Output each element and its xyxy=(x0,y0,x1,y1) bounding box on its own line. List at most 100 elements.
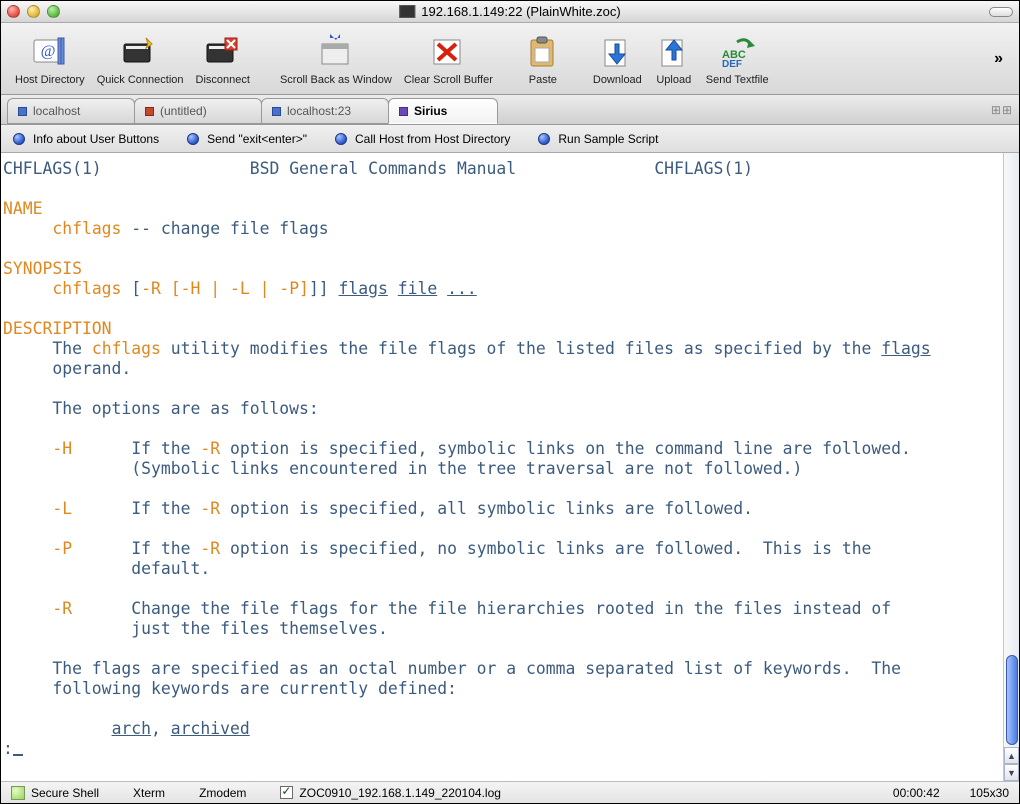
scroll-down-button[interactable]: ▼ xyxy=(1004,764,1019,781)
host-directory-icon: @ xyxy=(30,32,70,72)
opt-ref: -R xyxy=(200,539,220,558)
svg-text:DEF: DEF xyxy=(722,59,742,70)
userbtn-call-host[interactable]: Call Host from Host Directory xyxy=(335,132,510,146)
opt-text: If the xyxy=(131,539,200,558)
desc-flags: flags xyxy=(881,339,930,358)
syn-flags: flags xyxy=(339,279,388,298)
toolbar-label: Scroll Back as Window xyxy=(280,74,392,86)
window-title-text: 192.168.1.149:22 (PlainWhite.zoc) xyxy=(421,4,620,19)
tab-status-icon xyxy=(18,107,27,116)
opt-ref: -R xyxy=(200,439,220,458)
tab-status-icon xyxy=(399,107,408,116)
vertical-scrollbar[interactable]: ▲ ▼ xyxy=(1003,153,1019,781)
opt-flag: -L xyxy=(52,499,72,518)
scroll-back-icon xyxy=(316,32,356,72)
download-button[interactable]: Download xyxy=(589,32,646,86)
tab-label: (untitled) xyxy=(160,104,207,118)
flags-intro: following keywords are currently defined… xyxy=(3,679,457,698)
opt-flag: -P xyxy=(52,539,72,558)
toolbar-label: Clear Scroll Buffer xyxy=(404,74,493,86)
scrollbar-thumb[interactable] xyxy=(1006,655,1018,745)
tab-sirius[interactable]: Sirius xyxy=(388,98,498,124)
svg-text:@: @ xyxy=(40,43,55,60)
userbtn-info[interactable]: Info about User Buttons xyxy=(13,132,159,146)
toolbar-label: Paste xyxy=(529,74,557,86)
desc-text: operand. xyxy=(3,359,131,378)
toolbar-label: Host Directory xyxy=(15,74,85,86)
opt-text: default. xyxy=(3,559,210,578)
keyword: arch xyxy=(112,719,151,738)
toolbar-overflow-button[interactable]: » xyxy=(994,50,1009,68)
send-textfile-button[interactable]: ABCDEF Send Textfile xyxy=(702,32,773,86)
toolbar-label: Upload xyxy=(656,74,691,86)
man-header-center: BSD General Commands Manual xyxy=(250,159,516,178)
status-log-text: ZOC0910_192.168.1.149_220104.log xyxy=(299,786,501,800)
opt-text: Change the file flags for the file hiera… xyxy=(72,599,891,618)
zoom-window-button[interactable] xyxy=(47,5,60,18)
opt-flag: -H xyxy=(52,439,72,458)
toolbar: @ Host Directory Quick Connection Discon… xyxy=(1,23,1019,95)
opts-intro: The options are as follows: xyxy=(3,399,319,418)
sphere-icon xyxy=(538,133,550,145)
terminal-wrap: CHFLAGS(1) BSD General Commands Manual C… xyxy=(1,153,1019,781)
tab-status-icon xyxy=(145,107,154,116)
opt-ref: -R xyxy=(200,499,220,518)
tab-grid-button[interactable]: ⊞⊞ xyxy=(991,103,1013,117)
opt-text: option is specified, no symbolic links a… xyxy=(220,539,871,558)
paste-button[interactable]: Paste xyxy=(519,32,567,86)
userbtn-label: Send "exit<enter>" xyxy=(207,132,307,146)
clear-buffer-button[interactable]: Clear Scroll Buffer xyxy=(400,32,497,86)
tab-untitled[interactable]: (untitled) xyxy=(134,98,262,124)
window-pill-button[interactable] xyxy=(989,7,1013,17)
desc-text: utility modifies the file flags of the l… xyxy=(161,339,881,358)
title-bar: 192.168.1.149:22 (PlainWhite.zoc) xyxy=(1,1,1019,23)
upload-button[interactable]: Upload xyxy=(650,32,698,86)
download-icon xyxy=(597,32,637,72)
sphere-icon xyxy=(187,133,199,145)
tab-strip: localhost (untitled) localhost:23 Sirius… xyxy=(1,95,1019,125)
tab-localhost[interactable]: localhost xyxy=(7,98,135,124)
sphere-icon xyxy=(335,133,347,145)
cmd-name: chflags xyxy=(52,219,121,238)
traffic-lights xyxy=(7,5,60,18)
terminal[interactable]: CHFLAGS(1) BSD General Commands Manual C… xyxy=(1,153,1003,781)
userbtn-label: Call Host from Host Directory xyxy=(355,132,510,146)
keyword: archived xyxy=(171,719,250,738)
opt-text: option is specified, symbolic links on t… xyxy=(220,439,911,458)
pager-prompt: : xyxy=(3,739,13,758)
toolbar-label: Quick Connection xyxy=(97,74,184,86)
opt-flag: -R xyxy=(52,599,72,618)
section-name: NAME xyxy=(3,199,42,218)
quick-connection-button[interactable]: Quick Connection xyxy=(93,32,188,86)
opt-text: option is specified, all symbolic links … xyxy=(220,499,753,518)
tab-label: localhost:23 xyxy=(287,104,351,118)
host-directory-button[interactable]: @ Host Directory xyxy=(11,32,89,86)
syn-file: file xyxy=(398,279,437,298)
userbtn-sample-script[interactable]: Run Sample Script xyxy=(538,132,658,146)
status-term: Xterm xyxy=(133,786,165,800)
status-time: 00:00:42 xyxy=(893,786,940,800)
tab-localhost23[interactable]: localhost:23 xyxy=(261,98,389,124)
opt-text: just the files themselves. xyxy=(3,619,388,638)
close-window-button[interactable] xyxy=(7,5,20,18)
name-desc: -- change file flags xyxy=(121,219,328,238)
window-title: 192.168.1.149:22 (PlainWhite.zoc) xyxy=(399,4,620,19)
scroll-up-button[interactable]: ▲ xyxy=(1004,747,1019,764)
toolbar-label: Send Textfile xyxy=(706,74,769,86)
keyword-sep: , xyxy=(151,719,171,738)
scroll-back-button[interactable]: Scroll Back as Window xyxy=(276,32,396,86)
tab-status-icon xyxy=(272,107,281,116)
userbtn-label: Info about User Buttons xyxy=(33,132,159,146)
desc-cmd: chflags xyxy=(92,339,161,358)
send-textfile-icon: ABCDEF xyxy=(717,32,757,72)
minimize-window-button[interactable] xyxy=(27,5,40,18)
terminal-title-icon xyxy=(399,5,415,18)
upload-icon xyxy=(654,32,694,72)
userbtn-send-exit[interactable]: Send "exit<enter>" xyxy=(187,132,307,146)
opt-text: If the xyxy=(131,439,200,458)
quick-connection-icon xyxy=(120,32,160,72)
toolbar-label: Disconnect xyxy=(196,74,250,86)
disconnect-button[interactable]: Disconnect xyxy=(192,32,254,86)
status-log[interactable]: ZOC0910_192.168.1.149_220104.log xyxy=(280,786,501,800)
status-shell: Secure Shell xyxy=(11,786,99,800)
